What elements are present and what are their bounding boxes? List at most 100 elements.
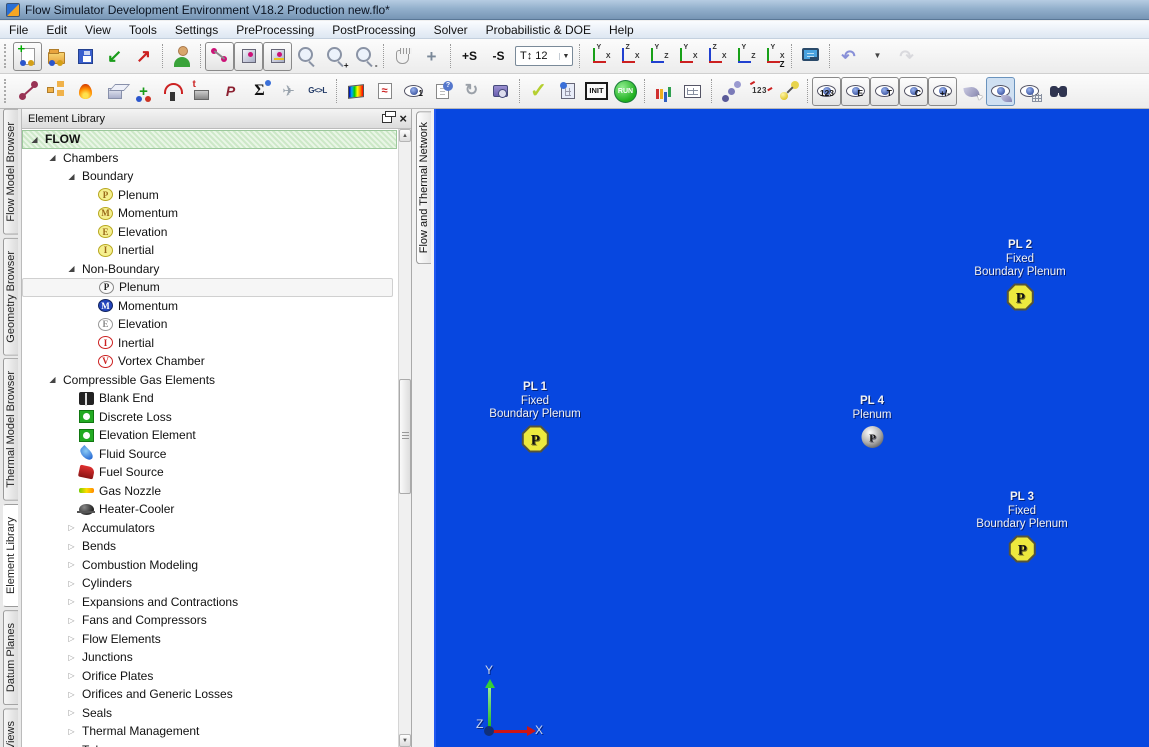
expander-icon[interactable]: ▷ (64, 708, 79, 717)
menu-preprocessing[interactable]: PreProcessing (227, 22, 323, 38)
tree-item-flow-elements[interactable]: ▷Flow Elements (22, 630, 411, 649)
model-summary-button[interactable] (428, 77, 457, 106)
float-panel-icon[interactable] (382, 114, 392, 123)
tree-item-plenum[interactable]: PPlenum (22, 278, 393, 297)
view-yz-plane-button[interactable]: YZ (729, 42, 758, 71)
tree-item-accumulators[interactable]: ▷Accumulators (22, 519, 411, 538)
menu-file[interactable]: File (0, 22, 37, 38)
expander-icon[interactable]: ▷ (64, 690, 79, 699)
show-ids-button[interactable]: 123 (812, 77, 841, 106)
tree-item-momentum[interactable]: MMomentum (22, 204, 411, 223)
tree-item-elevation[interactable]: EElevation (22, 315, 411, 334)
tree-item-chambers[interactable]: ◢Chambers (22, 149, 411, 168)
connect-elements-button[interactable] (716, 77, 745, 106)
tab-thermal-model-browser[interactable]: Thermal Model Browser (3, 358, 18, 501)
expander-icon[interactable]: ▷ (64, 671, 79, 680)
mission-profile-button[interactable]: ✈ (274, 77, 303, 106)
create-element-button[interactable] (13, 77, 42, 106)
zoom-in-button[interactable]: + (321, 42, 350, 71)
tree-item-gas-nozzle[interactable]: Gas Nozzle (22, 482, 411, 501)
section-view-button[interactable] (263, 42, 292, 71)
font-size-combo[interactable]: T↕ 12▼ (515, 46, 573, 66)
menu-help[interactable]: Help (600, 22, 643, 38)
plenum-octagon-icon[interactable]: P (974, 283, 1065, 311)
tab-datum-planes[interactable]: Datum Planes (3, 610, 18, 705)
decrease-symbol-size-button[interactable]: -S (484, 42, 513, 71)
import-button[interactable]: ↙ (100, 42, 129, 71)
tree-item-orifices-and-generic-losses[interactable]: ▷Orifices and Generic Losses (22, 685, 411, 704)
scroll-up-icon[interactable]: ▲ (399, 129, 411, 142)
transient-setup-button[interactable]: t (187, 77, 216, 106)
menu-postprocessing[interactable]: PostProcessing (323, 22, 424, 38)
view-xz-plane-button[interactable]: ZX (613, 42, 642, 71)
expander-icon[interactable]: ◢ (45, 375, 60, 384)
tree-item-discrete-loss[interactable]: Discrete Loss (22, 408, 411, 427)
tree-item-blank-end[interactable]: Blank End (22, 389, 411, 408)
check-model-button[interactable]: ✓ (524, 77, 553, 106)
pan-button[interactable] (388, 42, 417, 71)
menu-settings[interactable]: Settings (166, 22, 227, 38)
menu-solver[interactable]: Solver (425, 22, 477, 38)
zoom-out-button[interactable]: - (350, 42, 379, 71)
initialize-button[interactable]: INIT (582, 77, 611, 106)
scroll-down-icon[interactable]: ▼ (399, 734, 411, 747)
pick-surface-button[interactable] (957, 77, 986, 106)
tree-item-inertial[interactable]: IInertial (22, 334, 411, 353)
expander-icon[interactable]: ▷ (64, 616, 79, 625)
node-pl-3[interactable]: PL 3FixedBoundary PlenumP (976, 491, 1067, 563)
tree-item-fuel-source[interactable]: Fuel Source (22, 463, 411, 482)
add-chamber-button[interactable]: + (129, 77, 158, 106)
undo-history-button[interactable]: ▼ (863, 42, 892, 71)
view-isometric-button[interactable]: YXZ (758, 42, 787, 71)
plot-results-button[interactable]: ≈ (370, 77, 399, 106)
rotate-view-button[interactable]: + (417, 42, 446, 71)
rotating-cavity-button[interactable] (158, 77, 187, 106)
tree-item-flow[interactable]: ◢FLOW (22, 130, 397, 149)
menu-edit[interactable]: Edit (37, 22, 76, 38)
network-view-button[interactable] (205, 42, 234, 71)
menu-probabilistic-doe[interactable]: Probabilistic & DOE (477, 22, 600, 38)
save-model-button[interactable] (71, 42, 100, 71)
expander-icon[interactable]: ▷ (64, 727, 79, 736)
tree-item-momentum[interactable]: MMomentum (22, 297, 411, 316)
results-table-button[interactable] (678, 77, 707, 106)
snapshot-button[interactable] (486, 77, 515, 106)
expander-icon[interactable]: ▷ (64, 542, 79, 551)
show-mesh-button[interactable] (1015, 77, 1044, 106)
node-pl-2[interactable]: PL 2FixedBoundary PlenumP (974, 239, 1065, 311)
combo-caret-icon[interactable]: ▼ (559, 53, 572, 60)
tree-item-fans-and-compressors[interactable]: ▷Fans and Compressors (22, 611, 411, 630)
curve-editor-button[interactable]: P (216, 77, 245, 106)
expander-icon[interactable]: ◢ (27, 135, 42, 144)
tree-item-thermal-management[interactable]: ▷Thermal Management (22, 722, 411, 741)
summation-button[interactable]: Σ (245, 77, 274, 106)
show-chambers-button[interactable]: C (899, 77, 928, 106)
redo-button[interactable]: ↷ (892, 42, 921, 71)
tree-scrollbar[interactable]: ▲ ▼ (398, 129, 411, 747)
tree-item-bends[interactable]: ▷Bends (22, 537, 411, 556)
tree-item-plenum[interactable]: PPlenum (22, 186, 411, 205)
contour-map-button[interactable] (341, 77, 370, 106)
menu-view[interactable]: View (76, 22, 120, 38)
expander-icon[interactable]: ◢ (45, 153, 60, 162)
show-surfaces-button[interactable] (986, 77, 1015, 106)
swap-chambers-button[interactable] (774, 77, 803, 106)
run-button[interactable]: RUN (611, 77, 640, 106)
expander-icon[interactable]: ▷ (64, 634, 79, 643)
tree-item-fluid-source[interactable]: Fluid Source (22, 445, 411, 464)
tab-flow-and-thermal-network[interactable]: Flow and Thermal Network (416, 111, 431, 264)
show-signs-button[interactable]: +/- (928, 77, 957, 106)
combustion-button[interactable] (71, 77, 100, 106)
view-zy-plane-button[interactable]: YZ (642, 42, 671, 71)
user-profile-button[interactable] (167, 42, 196, 71)
model-hierarchy-button[interactable] (42, 77, 71, 106)
tree-item-inertial[interactable]: IInertial (22, 241, 411, 260)
open-model-button[interactable] (42, 42, 71, 71)
tree-item-cylinders[interactable]: ▷Cylinders (22, 574, 411, 593)
tree-item-vortex-chamber[interactable]: VVortex Chamber (22, 352, 411, 371)
tree-item-compressible-gas-elements[interactable]: ◢Compressible Gas Elements (22, 371, 411, 390)
tree-item-combustion-modeling[interactable]: ▷Combustion Modeling (22, 556, 411, 575)
search-button[interactable] (1044, 77, 1073, 106)
model-3d-view-button[interactable] (234, 42, 263, 71)
view-xy-plane-button[interactable]: YX (584, 42, 613, 71)
